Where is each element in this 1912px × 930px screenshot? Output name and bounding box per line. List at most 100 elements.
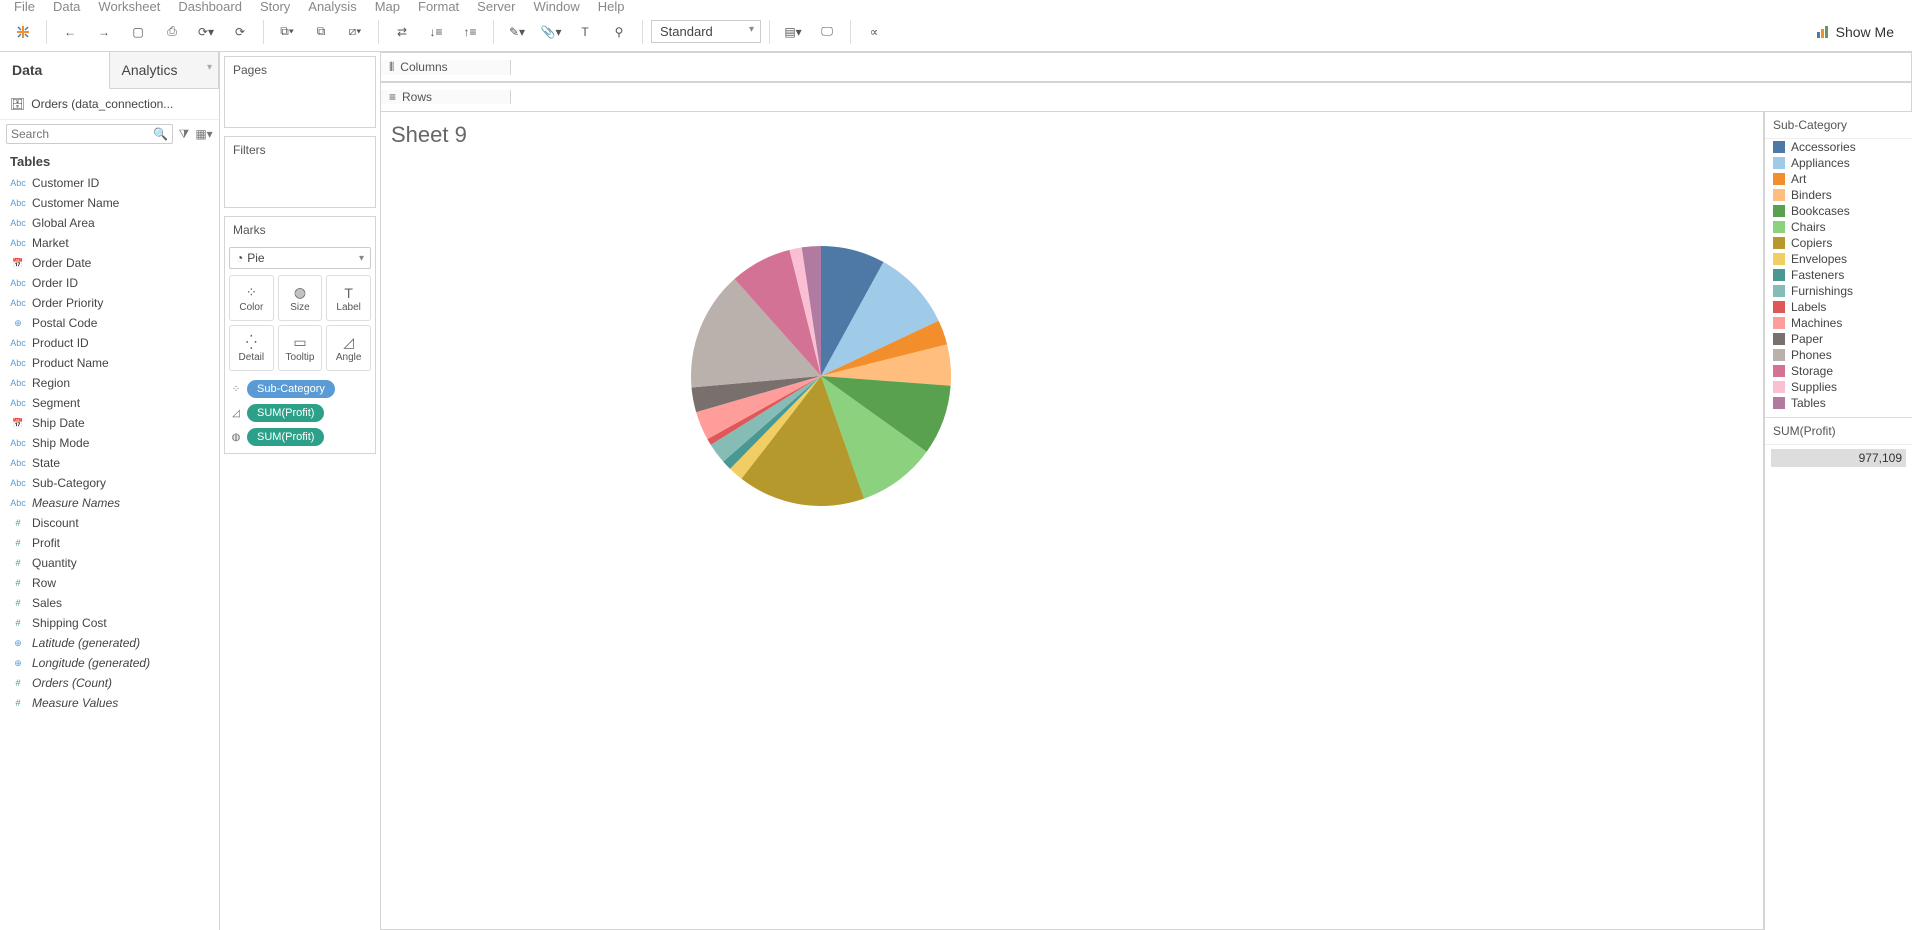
pill[interactable]: Sub-Category — [247, 380, 335, 398]
view-options-icon[interactable]: ▦▾ — [195, 125, 213, 143]
field-item[interactable]: #Discount — [0, 513, 219, 533]
mark-type-dropdown[interactable]: ◔ Pie — [229, 247, 371, 269]
sum-card-bar[interactable]: 977,109 — [1771, 449, 1906, 467]
legend-item[interactable]: Storage — [1765, 363, 1912, 379]
pie-chart[interactable] — [691, 246, 951, 506]
field-item[interactable]: AbcState — [0, 453, 219, 473]
pin-icon[interactable]: ⚲ — [604, 17, 634, 47]
field-item[interactable]: AbcCustomer ID — [0, 173, 219, 193]
field-item[interactable]: #Orders (Count) — [0, 673, 219, 693]
filter-icon[interactable]: ⧩ — [175, 125, 193, 143]
field-item[interactable]: AbcOrder ID — [0, 273, 219, 293]
mark-angle-button[interactable]: ◿Angle — [326, 325, 371, 371]
fit-dropdown[interactable]: Standard — [651, 20, 761, 43]
presentation-icon[interactable]: 🖵 — [812, 17, 842, 47]
menu-server[interactable]: Server — [477, 0, 515, 14]
field-item[interactable]: AbcCustomer Name — [0, 193, 219, 213]
undo-icon[interactable]: ← — [55, 17, 85, 47]
tab-data[interactable]: Data — [0, 52, 110, 89]
legend-item[interactable]: Machines — [1765, 315, 1912, 331]
legend-item[interactable]: Chairs — [1765, 219, 1912, 235]
pill[interactable]: SUM(Profit) — [247, 404, 324, 422]
field-item[interactable]: AbcProduct Name — [0, 353, 219, 373]
field-item[interactable]: #Row — [0, 573, 219, 593]
legend-item[interactable]: Binders — [1765, 187, 1912, 203]
mark-color-button[interactable]: ⁘Color — [229, 275, 274, 321]
swap-icon[interactable]: ⇄ — [387, 17, 417, 47]
field-item[interactable]: AbcSub-Category — [0, 473, 219, 493]
share-icon[interactable]: ∝ — [859, 17, 889, 47]
menu-help[interactable]: Help — [598, 0, 625, 14]
menu-data[interactable]: Data — [53, 0, 80, 14]
save-icon[interactable]: ▢ — [123, 17, 153, 47]
field-item[interactable]: ⊕Latitude (generated) — [0, 633, 219, 653]
menu-story[interactable]: Story — [260, 0, 290, 14]
label-toggle-icon[interactable]: T — [570, 17, 600, 47]
menu-map[interactable]: Map — [375, 0, 400, 14]
tableau-logo-icon[interactable] — [8, 17, 38, 47]
menu-worksheet[interactable]: Worksheet — [98, 0, 160, 14]
legend-item[interactable]: Envelopes — [1765, 251, 1912, 267]
legend-item[interactable]: Copiers — [1765, 235, 1912, 251]
viz-canvas[interactable]: Sheet 9 — [380, 112, 1764, 930]
highlight-icon[interactable]: ✎▾ — [502, 17, 532, 47]
redo-icon[interactable]: → — [89, 17, 119, 47]
legend-item[interactable]: Phones — [1765, 347, 1912, 363]
field-item[interactable]: AbcMeasure Names — [0, 493, 219, 513]
field-item[interactable]: #Measure Values — [0, 693, 219, 713]
field-item[interactable]: 📅Ship Date — [0, 413, 219, 433]
new-datasource-icon[interactable]: ⎙ — [157, 17, 187, 47]
new-worksheet-icon[interactable]: ⧉▾ — [272, 17, 302, 47]
legend-item[interactable]: Labels — [1765, 299, 1912, 315]
legend-item[interactable]: Accessories — [1765, 139, 1912, 155]
field-item[interactable]: #Profit — [0, 533, 219, 553]
field-search[interactable]: 🔍 — [6, 124, 173, 144]
field-item[interactable]: ⊕Postal Code — [0, 313, 219, 333]
legend-item[interactable]: Fasteners — [1765, 267, 1912, 283]
filters-card[interactable]: Filters — [224, 136, 376, 208]
field-item[interactable]: #Sales — [0, 593, 219, 613]
field-list[interactable]: AbcCustomer IDAbcCustomer NameAbcGlobal … — [0, 173, 219, 930]
legend-item[interactable]: Art — [1765, 171, 1912, 187]
mark-label-button[interactable]: TLabel — [326, 275, 371, 321]
field-item[interactable]: #Quantity — [0, 553, 219, 573]
menu-format[interactable]: Format — [418, 0, 459, 14]
sheet-title[interactable]: Sheet 9 — [391, 122, 467, 148]
field-item[interactable]: AbcRegion — [0, 373, 219, 393]
legend-item[interactable]: Furnishings — [1765, 283, 1912, 299]
tab-analytics[interactable]: Analytics▾ — [110, 52, 220, 89]
field-item[interactable]: AbcOrder Priority — [0, 293, 219, 313]
field-item[interactable]: #Shipping Cost — [0, 613, 219, 633]
clear-icon[interactable]: ⧄▾ — [340, 17, 370, 47]
sort-asc-icon[interactable]: ↓≡ — [421, 17, 451, 47]
field-item[interactable]: AbcGlobal Area — [0, 213, 219, 233]
legend-item[interactable]: Appliances — [1765, 155, 1912, 171]
field-item[interactable]: AbcSegment — [0, 393, 219, 413]
field-item[interactable]: AbcMarket — [0, 233, 219, 253]
field-item[interactable]: AbcProduct ID — [0, 333, 219, 353]
show-me-button[interactable]: Show Me — [1816, 24, 1904, 40]
mark-detail-button[interactable]: ⁛Detail — [229, 325, 274, 371]
autoupdate-icon[interactable]: ⟳▾ — [191, 17, 221, 47]
field-item[interactable]: ⊕Longitude (generated) — [0, 653, 219, 673]
mark-tooltip-button[interactable]: ▭Tooltip — [278, 325, 323, 371]
refresh-icon[interactable]: ⟳ — [225, 17, 255, 47]
menu-dashboard[interactable]: Dashboard — [178, 0, 242, 14]
legend-item[interactable]: Paper — [1765, 331, 1912, 347]
field-item[interactable]: 📅Order Date — [0, 253, 219, 273]
pages-card[interactable]: Pages — [224, 56, 376, 128]
sort-desc-icon[interactable]: ↑≡ — [455, 17, 485, 47]
search-input[interactable] — [11, 127, 153, 141]
legend-item[interactable]: Bookcases — [1765, 203, 1912, 219]
datasource-row[interactable]: 🗄 Orders (data_connection... — [0, 89, 219, 120]
show-cards-icon[interactable]: ▤▾ — [778, 17, 808, 47]
legend-item[interactable]: Tables — [1765, 395, 1912, 411]
duplicate-icon[interactable]: ⧉ — [306, 17, 336, 47]
menu-file[interactable]: File — [14, 0, 35, 14]
mark-size-button[interactable]: ◍Size — [278, 275, 323, 321]
attachment-icon[interactable]: 📎▾ — [536, 17, 566, 47]
field-item[interactable]: AbcShip Mode — [0, 433, 219, 453]
menu-analysis[interactable]: Analysis — [308, 0, 356, 14]
menu-window[interactable]: Window — [533, 0, 579, 14]
pill[interactable]: SUM(Profit) — [247, 428, 324, 446]
